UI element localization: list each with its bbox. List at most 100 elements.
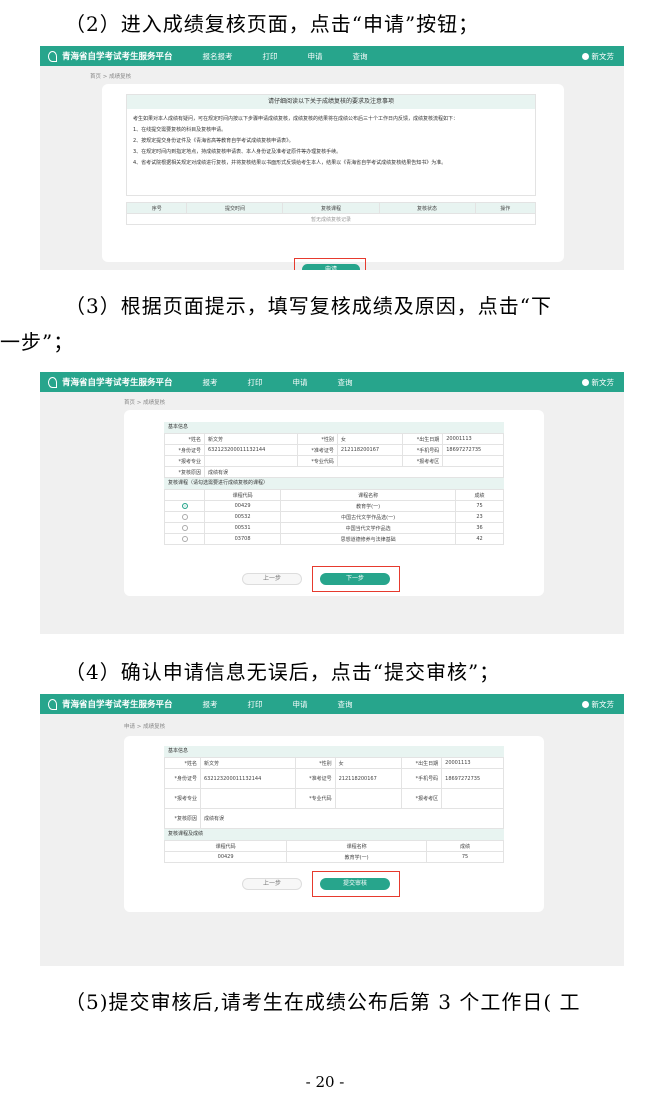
radio-icon[interactable] xyxy=(181,535,188,542)
prev-step-button[interactable]: 上一步 xyxy=(242,878,302,890)
nav-item-register[interactable]: 报考 xyxy=(203,699,218,710)
course-name: 中国当代文学作品选 xyxy=(280,522,456,534)
section-basic-info: 基本信息 xyxy=(164,422,504,433)
step-5-text: （5)提交审核后,请考生在成绩公布后第 3 个工作日( 工 xyxy=(65,990,581,1014)
nav-item-query[interactable]: 查询 xyxy=(338,377,353,388)
gender-value: 女 xyxy=(336,433,404,445)
top-nav-bar: 青海省自学考试考生服务平台 报考 打印 申请 查询 新文芳 xyxy=(40,694,624,714)
reason-value: 成绩有误 xyxy=(200,808,504,829)
field-label: *专业代码 xyxy=(296,455,338,467)
platform-logo: 青海省自学考试考生服务平台 xyxy=(48,698,173,710)
course-score: 36 xyxy=(455,522,504,534)
col-header: 复核课程 xyxy=(282,202,380,214)
radio-selected-icon[interactable] xyxy=(181,502,188,509)
nav-item-apply[interactable]: 申请 xyxy=(308,51,323,62)
review-table: 序号 提交时间 复核课程 复核状态 操作 暂无成绩复核记录 xyxy=(125,202,537,225)
notice-box: 请仔细阅读以下关于成绩复核的要求及注意事项 考生如果对本人成绩有疑问，可在规定时… xyxy=(126,94,536,196)
radio-icon[interactable] xyxy=(181,513,188,520)
course-score: 75 xyxy=(455,500,504,512)
notice-title: 请仔细阅读以下关于成绩复核的要求及注意事项 xyxy=(127,95,535,109)
field-label: *复核原因 xyxy=(164,808,201,829)
course-name: 教育学(一) xyxy=(286,851,428,863)
notice-line: 4、省考试院根据相关规定对成绩进行复核，并将复核结果以书面形式反馈给考生本人，结… xyxy=(133,160,447,166)
nav-item-apply[interactable]: 申请 xyxy=(293,377,308,388)
section-basic-info: 基本信息 xyxy=(164,746,504,757)
prev-step-button[interactable]: 上一步 xyxy=(242,573,302,585)
field-label: *专业代码 xyxy=(294,788,336,809)
col-header: 课程代码 xyxy=(203,489,282,501)
field-label: *报考专业 xyxy=(164,788,201,809)
col-header: 成绩 xyxy=(455,489,504,501)
major-code-value xyxy=(336,455,404,467)
field-label: *姓名 xyxy=(164,757,201,769)
table-row[interactable]: 00429 教育学(一) 75 xyxy=(164,500,504,512)
nav-item-print[interactable]: 打印 xyxy=(248,699,263,710)
id-value: 632123200011132144 xyxy=(204,444,298,456)
name-value: 新文芳 xyxy=(204,433,298,445)
field-label: *报考考区 xyxy=(401,788,443,809)
field-label: *手机号码 xyxy=(401,768,443,789)
course-code: 03708 xyxy=(203,533,282,545)
user-icon xyxy=(581,52,589,60)
course-score: 23 xyxy=(455,511,504,523)
screenshot-confirm-submit: 青海省自学考试考生服务平台 报考 打印 申请 查询 新文芳 申请 > 成绩复核 … xyxy=(40,694,624,966)
step-3-text-line2: 一步”； xyxy=(0,330,75,354)
table-row[interactable]: 00531 中国当代文学作品选 36 xyxy=(164,522,504,534)
field-label: *报考考区 xyxy=(402,455,444,467)
field-label: *复核原因 xyxy=(164,466,205,478)
field-label: *出生日期 xyxy=(401,757,443,769)
name-value: 新文芳 xyxy=(200,757,296,769)
course-code: 00429 xyxy=(203,500,282,512)
course-code: 00532 xyxy=(203,511,282,523)
col-header: 序号 xyxy=(125,202,188,214)
radio-icon[interactable] xyxy=(181,524,188,531)
logo-icon xyxy=(48,698,57,710)
exam-area-value xyxy=(441,788,504,809)
course-code: 00531 xyxy=(203,522,282,534)
notice-line: 2、按规定提交身份证件及《青海省高等教育自学考试成绩复核申请表》。 xyxy=(133,138,294,144)
field-label: *手机号码 xyxy=(402,444,444,456)
exam-area-value xyxy=(442,455,504,467)
notice-line: 3、在规定时间内到指定地点，持成绩复核申请表、本人身份证及准考证原件等办理复核手… xyxy=(133,149,342,155)
platform-logo: 青海省自学考试考生服务平台 xyxy=(48,376,173,388)
top-nav-bar: 青海省自学考试考生服务平台 报考 打印 申请 查询 新文芳 xyxy=(40,372,624,392)
section-courses: 复核课程及成绩 xyxy=(164,829,504,840)
exam-no-value: 212118200167 xyxy=(334,768,403,789)
col-header: 课程代码 xyxy=(163,840,288,852)
confirm-card: 基本信息 *姓名 新文芳 *性别 女 *出生日期 20001113 *身份证号 … xyxy=(124,736,544,912)
course-code: 00429 xyxy=(163,851,288,863)
nav-item-query[interactable]: 查询 xyxy=(353,51,368,62)
page-number: - 20 - xyxy=(305,1073,345,1091)
empty-message: 暂无成绩复核记录 xyxy=(126,213,536,225)
user-menu[interactable]: 新文芳 xyxy=(581,377,614,388)
id-value: 632123200011132144 xyxy=(200,768,296,789)
highlight-box xyxy=(294,258,366,270)
course-name: 中国古代文学作品选(一) xyxy=(280,511,456,523)
reason-input[interactable]: 成绩有误 xyxy=(204,466,504,478)
user-menu[interactable]: 新文芳 xyxy=(581,699,614,710)
course-name: 教育学(一) xyxy=(280,500,456,512)
nav-item-register[interactable]: 报考 xyxy=(203,377,218,388)
notice-line: 1、在线提交需要复核的科目及复核申请。 xyxy=(133,127,227,133)
nav-item-register[interactable]: 报名报考 xyxy=(203,51,233,62)
field-label: *性别 xyxy=(296,433,338,445)
birth-value: 20001113 xyxy=(441,757,504,769)
step-2-text: （2）进入成绩复核页面，点击“申请”按钮； xyxy=(65,12,480,36)
table-row[interactable]: 00532 中国古代文学作品选(一) 23 xyxy=(164,511,504,523)
field-label: *姓名 xyxy=(164,433,205,445)
screenshot-fill-form: 青海省自学考试考生服务平台 报考 打印 申请 查询 新文芳 首页 > 成绩复核 … xyxy=(40,372,624,634)
nav-item-query[interactable]: 查询 xyxy=(338,699,353,710)
user-menu[interactable]: 新文芳 xyxy=(581,51,614,62)
breadcrumb: 首页 > 成绩复核 xyxy=(90,74,132,80)
platform-logo: 青海省自学考试考生服务平台 xyxy=(48,50,173,62)
logo-icon xyxy=(48,376,57,388)
major-value xyxy=(200,788,296,809)
breadcrumb: 首页 > 成绩复核 xyxy=(124,400,166,406)
col-header: 课程名称 xyxy=(286,840,428,852)
nav-item-print[interactable]: 打印 xyxy=(263,51,278,62)
nav-item-print[interactable]: 打印 xyxy=(248,377,263,388)
course-score: 75 xyxy=(426,851,504,863)
nav-item-apply[interactable]: 申请 xyxy=(293,699,308,710)
gender-value: 女 xyxy=(334,757,403,769)
table-row[interactable]: 03708 思想道德修养与法律基础 42 xyxy=(164,533,504,545)
